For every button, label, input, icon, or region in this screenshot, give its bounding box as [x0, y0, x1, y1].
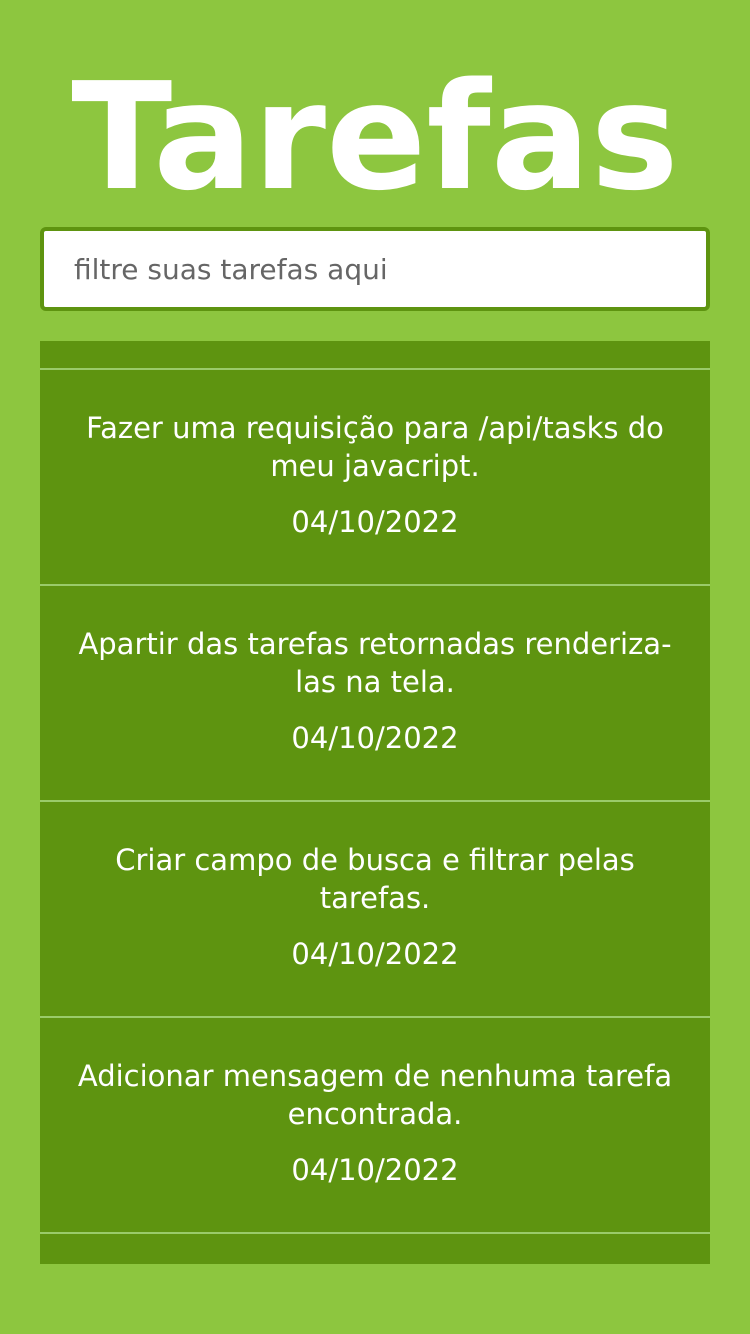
task-item[interactable]: Criar campo de busca e filtrar pelas tar… — [40, 800, 710, 1016]
task-description: Criar campo de busca e filtrar pelas tar… — [115, 843, 635, 915]
task-description: Adicionar mensagem de nenhuma tarefa enc… — [77, 1059, 673, 1131]
page-title: Tarefas — [71, 51, 679, 223]
task-description: Apartir das tarefas retornadas renderiza… — [78, 627, 672, 699]
search-box[interactable] — [40, 227, 710, 311]
task-date: 04/10/2022 — [291, 721, 459, 755]
task-list: Fazer uma requisição para /api/tasks do … — [40, 341, 710, 1264]
task-item[interactable]: Apartir das tarefas retornadas renderiza… — [40, 584, 710, 800]
task-item[interactable]: Fazer uma requisição para /api/tasks do … — [40, 368, 710, 584]
search-input[interactable] — [44, 231, 706, 307]
task-description: Fazer uma requisição para /api/tasks do … — [86, 411, 664, 483]
task-date: 04/10/2022 — [291, 505, 459, 539]
task-date: 04/10/2022 — [291, 937, 459, 971]
task-item[interactable]: Adicionar mensagem de nenhuma tarefa enc… — [40, 1016, 710, 1232]
task-date: 04/10/2022 — [291, 1153, 459, 1187]
list-divider — [40, 1232, 710, 1234]
